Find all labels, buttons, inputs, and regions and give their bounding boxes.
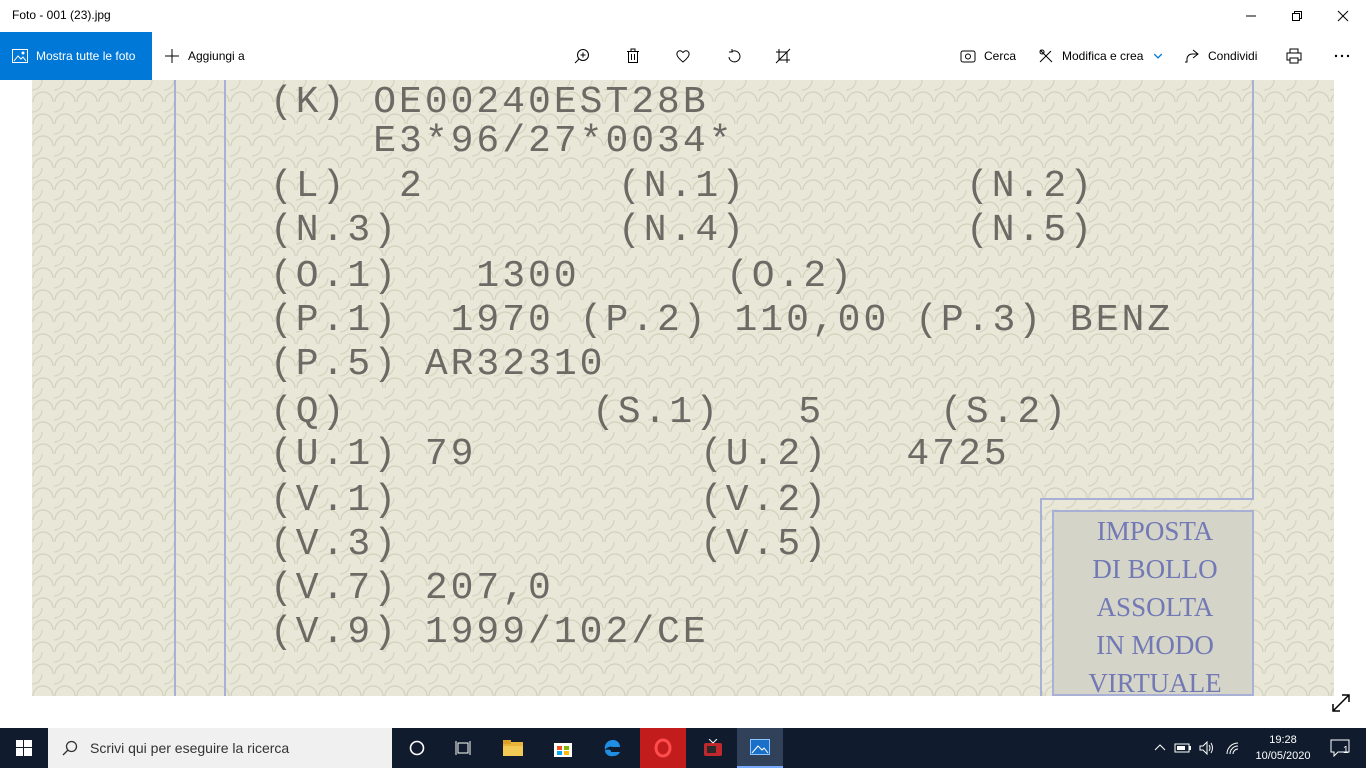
zoom-in-icon <box>574 49 589 64</box>
expand-icon <box>1332 694 1350 712</box>
task-view-icon <box>455 741 471 755</box>
cortana-icon <box>409 740 425 756</box>
taskbar-search[interactable]: Scrivi qui per eseguire la ricerca <box>48 728 392 768</box>
zoom-button[interactable] <box>574 32 590 80</box>
speaker-icon <box>1199 741 1213 755</box>
more-options-button[interactable] <box>1334 32 1350 80</box>
taskbar: Scrivi qui per eseguire la ricerca 19:28… <box>0 728 1366 768</box>
stamp-line: VIRTUALE <box>1088 668 1222 696</box>
border-line <box>174 80 176 696</box>
image-viewport[interactable]: (K) OE00240EST28B E3*96/27*0034* (L) 2 (N… <box>0 80 1366 728</box>
delete-button[interactable] <box>625 32 641 80</box>
minimize-icon <box>1246 15 1256 17</box>
print-button[interactable] <box>1286 32 1302 80</box>
all-photos-label: Mostra tutte le foto <box>36 49 136 63</box>
network-button[interactable] <box>1222 728 1244 768</box>
file-explorer-button[interactable] <box>490 728 536 768</box>
stamp-line: IN MODO <box>1096 630 1214 660</box>
store-button[interactable] <box>540 728 586 768</box>
search-placeholder: Scrivi qui per eseguire la ricerca <box>90 740 290 756</box>
stamp-line: ASSOLTA <box>1096 592 1214 622</box>
close-icon <box>1337 10 1349 22</box>
rotate-icon <box>728 49 741 63</box>
toolbar: Mostra tutte le foto Aggiungi a Cerca Mo… <box>0 32 1366 80</box>
share-label: Condividi <box>1208 49 1258 63</box>
wifi-icon <box>1226 742 1239 755</box>
stamp-line: DI BOLLO <box>1092 554 1218 584</box>
edit-create-label: Modifica e crea <box>1062 49 1144 63</box>
clock[interactable]: 19:28 10/05/2020 <box>1252 732 1314 764</box>
task-view-button[interactable] <box>440 728 486 768</box>
battery-icon <box>1174 743 1191 753</box>
print-icon <box>1286 48 1302 64</box>
border-line <box>1040 498 1254 500</box>
search-button[interactable]: Cerca <box>960 32 1016 80</box>
photos-icon <box>750 739 770 755</box>
restore-icon <box>1292 11 1302 21</box>
store-icon <box>554 743 572 757</box>
cortana-button[interactable] <box>394 728 440 768</box>
title-bar: Foto - 001 (23).jpg <box>0 0 1366 32</box>
plus-icon <box>165 49 179 63</box>
share-button[interactable]: Condividi <box>1184 32 1257 80</box>
opera-icon <box>654 738 672 758</box>
edge-icon <box>604 740 620 757</box>
chevron-up-icon <box>1154 744 1166 751</box>
border-line <box>1252 80 1254 500</box>
window-title: Foto - 001 (23).jpg <box>12 8 111 22</box>
all-photos-button[interactable]: Mostra tutte le foto <box>0 32 152 80</box>
favorite-button[interactable] <box>675 32 691 80</box>
document-photo: (K) OE00240EST28B E3*96/27*0034* (L) 2 (N… <box>32 80 1334 696</box>
volume-button[interactable] <box>1196 728 1218 768</box>
heart-icon <box>676 50 690 63</box>
tv-icon <box>704 739 722 756</box>
trash-icon <box>627 48 639 63</box>
crop-button[interactable] <box>775 32 791 80</box>
add-to-label: Aggiungi a <box>188 49 245 63</box>
rotate-button[interactable] <box>726 32 742 80</box>
add-to-button[interactable]: Aggiungi a <box>164 32 245 80</box>
close-button[interactable] <box>1320 0 1366 32</box>
action-center-button[interactable]: 1 <box>1320 728 1360 768</box>
crop-icon <box>775 48 791 64</box>
fullscreen-button[interactable] <box>1330 692 1352 714</box>
show-hidden-icons-button[interactable] <box>1150 728 1170 768</box>
notification-count: 1 <box>1343 745 1349 756</box>
windows-icon <box>16 740 32 756</box>
battery-button[interactable] <box>1172 728 1194 768</box>
ellipsis-icon <box>1334 54 1350 58</box>
restore-button[interactable] <box>1274 0 1320 32</box>
stamp-line: IMPOSTA <box>1096 516 1214 546</box>
media-app-button[interactable] <box>690 728 736 768</box>
chevron-down-icon <box>1154 53 1163 59</box>
tax-stamp-box: IMPOSTA DI BOLLO ASSOLTA IN MODO VIRTUAL… <box>1052 510 1254 696</box>
edit-create-button[interactable]: Modifica e crea <box>1038 32 1163 80</box>
visual-search-icon <box>960 50 976 63</box>
minimize-button[interactable] <box>1228 0 1274 32</box>
border-line <box>224 80 226 696</box>
search-icon <box>62 740 78 756</box>
edit-icon <box>1039 49 1053 63</box>
photos-app-button[interactable] <box>737 728 783 768</box>
share-icon <box>1185 49 1199 63</box>
search-label: Cerca <box>984 49 1017 63</box>
border-line <box>1040 498 1042 696</box>
clock-date: 10/05/2020 <box>1255 750 1311 762</box>
start-button[interactable] <box>0 728 48 768</box>
opera-button[interactable] <box>640 728 686 768</box>
clock-time: 19:28 <box>1269 734 1297 746</box>
edge-button[interactable] <box>590 728 636 768</box>
folder-icon <box>503 740 523 756</box>
photos-icon <box>12 49 28 63</box>
